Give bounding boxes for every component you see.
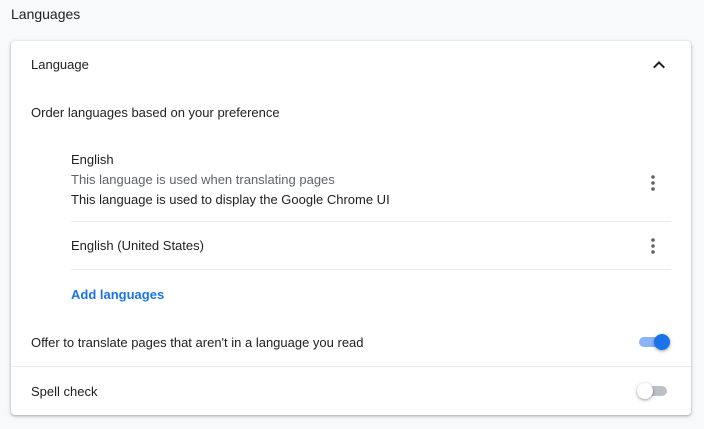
language-header-label: Language <box>31 57 89 72</box>
translate-offer-row[interactable]: Offer to translate pages that aren't in … <box>11 318 691 367</box>
translate-offer-label: Offer to translate pages that aren't in … <box>31 335 364 350</box>
language-menu-button[interactable] <box>641 171 665 195</box>
language-item-english-us: English (United States) <box>71 222 671 270</box>
language-name: English (United States) <box>71 238 204 253</box>
ui-language-note: This language is used to display the Goo… <box>71 192 390 207</box>
translate-offer-toggle[interactable] <box>637 334 670 350</box>
language-name: English <box>71 152 114 167</box>
spell-check-toggle[interactable] <box>637 383 669 399</box>
language-settings-card: Language Order languages based on your p… <box>11 41 691 415</box>
language-card-header[interactable]: Language <box>11 41 691 88</box>
toggle-knob <box>637 383 653 399</box>
toggle-knob <box>654 334 670 350</box>
order-languages-text: Order languages based on your preference <box>31 105 280 120</box>
add-languages-button[interactable]: Add languages <box>71 287 164 302</box>
more-vert-icon <box>651 175 655 191</box>
collapse-button[interactable] <box>647 53 671 77</box>
spell-check-label: Spell check <box>31 384 98 399</box>
spell-check-row[interactable]: Spell check <box>11 367 691 415</box>
language-menu-button[interactable] <box>641 234 665 258</box>
chevron-up-icon <box>653 61 665 69</box>
language-item-english: English This language is used when trans… <box>71 146 671 222</box>
more-vert-icon <box>651 238 655 254</box>
translation-language-note: This language is used when translating p… <box>71 172 335 187</box>
section-title: Languages <box>11 6 81 22</box>
